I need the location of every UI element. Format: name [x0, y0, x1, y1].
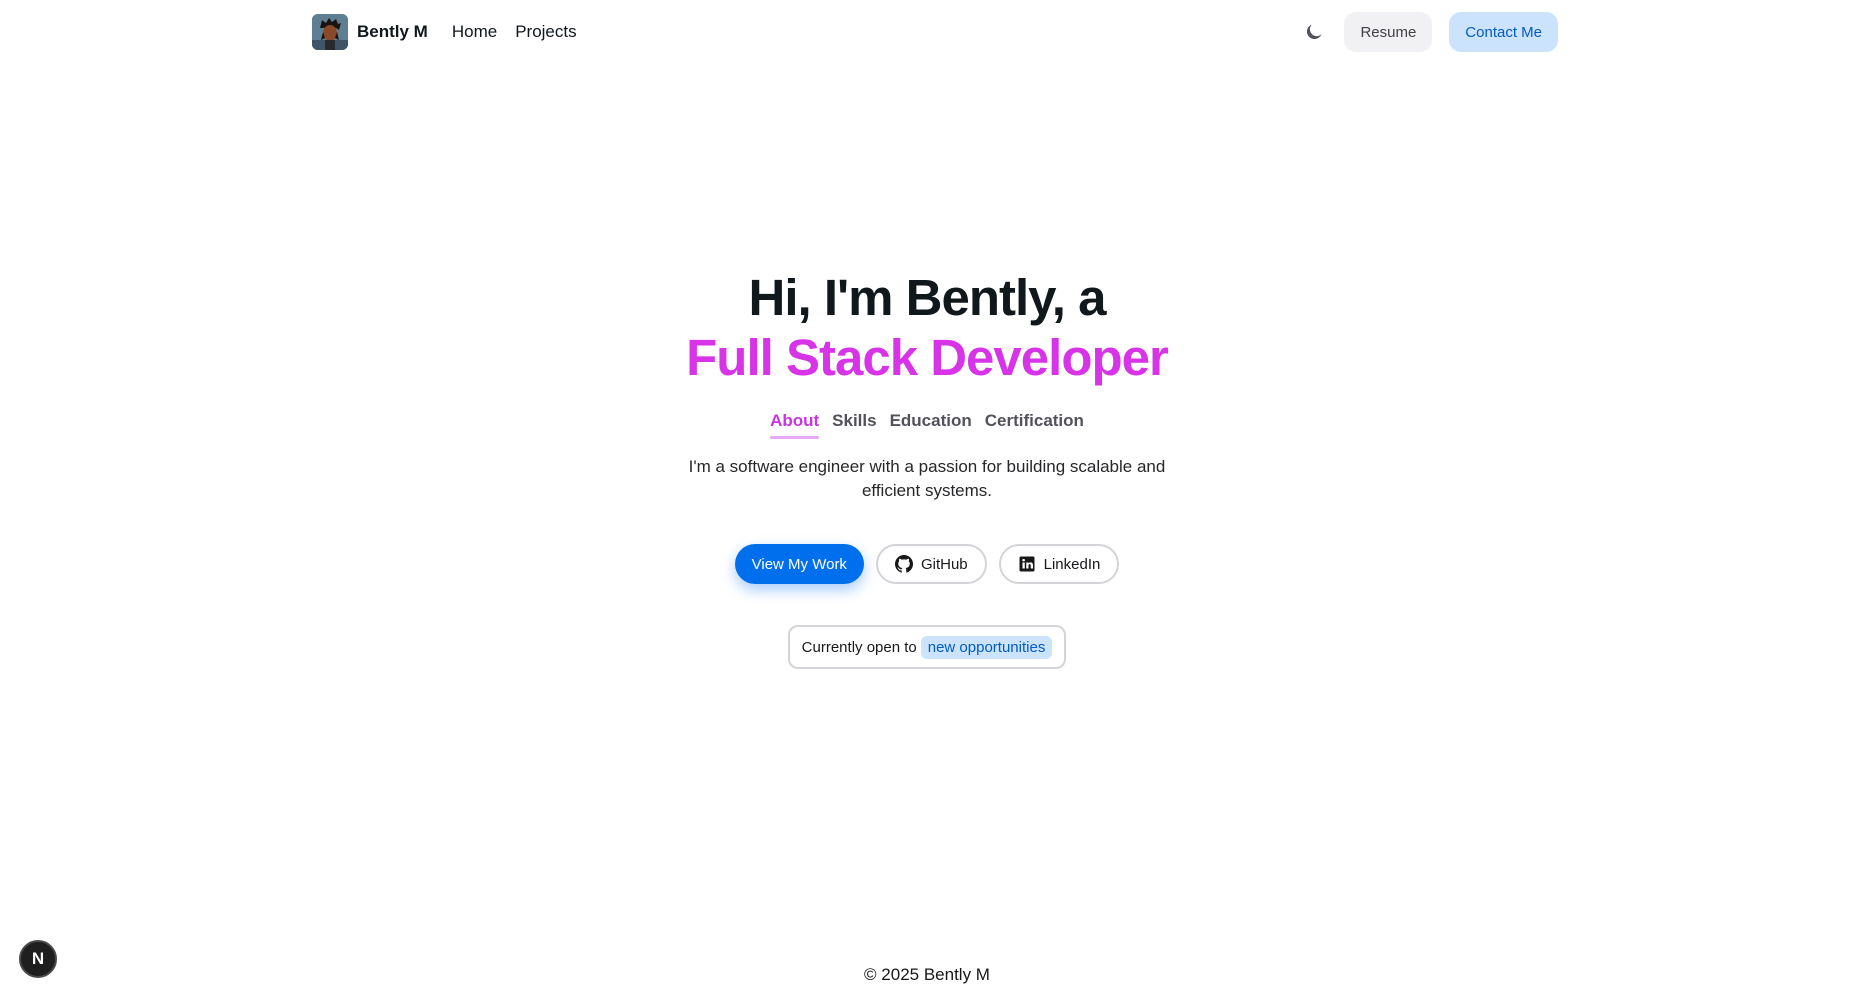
nav-links: Home Projects: [452, 22, 577, 42]
theme-toggle[interactable]: [1298, 16, 1330, 48]
linkedin-icon: [1019, 556, 1035, 572]
about-text: I'm a software engineer with a passion f…: [688, 457, 1166, 500]
tab-skills[interactable]: Skills: [832, 411, 876, 439]
copyright-text: © 2025 Bently M: [864, 965, 990, 984]
moon-icon: [1307, 24, 1322, 40]
status-highlight: new opportunities: [920, 635, 1053, 659]
nav-right: Resume Contact Me: [1298, 12, 1558, 52]
hero-tabs: About Skills Education Certification: [770, 411, 1084, 439]
resume-button[interactable]: Resume: [1344, 12, 1433, 52]
nav-link-home[interactable]: Home: [452, 22, 497, 42]
cta-row: View My Work GitHub LinkedIn: [734, 544, 1120, 584]
github-button[interactable]: GitHub: [875, 544, 987, 584]
hero-role: Full Stack Developer: [686, 329, 1169, 386]
nav-left: Bently M Home Projects: [312, 14, 577, 50]
linkedin-label: LinkedIn: [1043, 555, 1101, 573]
avatar: [312, 14, 348, 50]
linkedin-button[interactable]: LinkedIn: [998, 544, 1120, 584]
brand-link[interactable]: Bently M: [312, 14, 428, 50]
tab-education[interactable]: Education: [890, 411, 972, 439]
page: Bently M Home Projects Resume Contact Me…: [0, 0, 1854, 995]
tab-certification[interactable]: Certification: [985, 411, 1084, 439]
dev-tools-badge[interactable]: N: [19, 940, 57, 978]
github-icon: [894, 555, 913, 573]
avatar-image: [312, 14, 348, 50]
status-prefix: Currently open to: [801, 638, 917, 656]
hero-greeting: Hi, I'm Bently, a: [748, 269, 1107, 326]
contact-button[interactable]: Contact Me: [1449, 12, 1558, 52]
hero-section: Hi, I'm Bently, a Full Stack Developer A…: [0, 268, 1854, 669]
view-work-button[interactable]: View My Work: [734, 544, 864, 584]
dev-badge-label: N: [31, 949, 45, 968]
nav-link-projects[interactable]: Projects: [515, 22, 576, 42]
tab-about[interactable]: About: [770, 411, 820, 439]
brand-name: Bently M: [357, 22, 428, 41]
status-chip: Currently open to new opportunities: [787, 625, 1067, 669]
footer: © 2025 Bently M: [0, 965, 1854, 985]
github-label: GitHub: [920, 555, 968, 573]
navbar: Bently M Home Projects Resume Contact Me: [0, 0, 1854, 64]
